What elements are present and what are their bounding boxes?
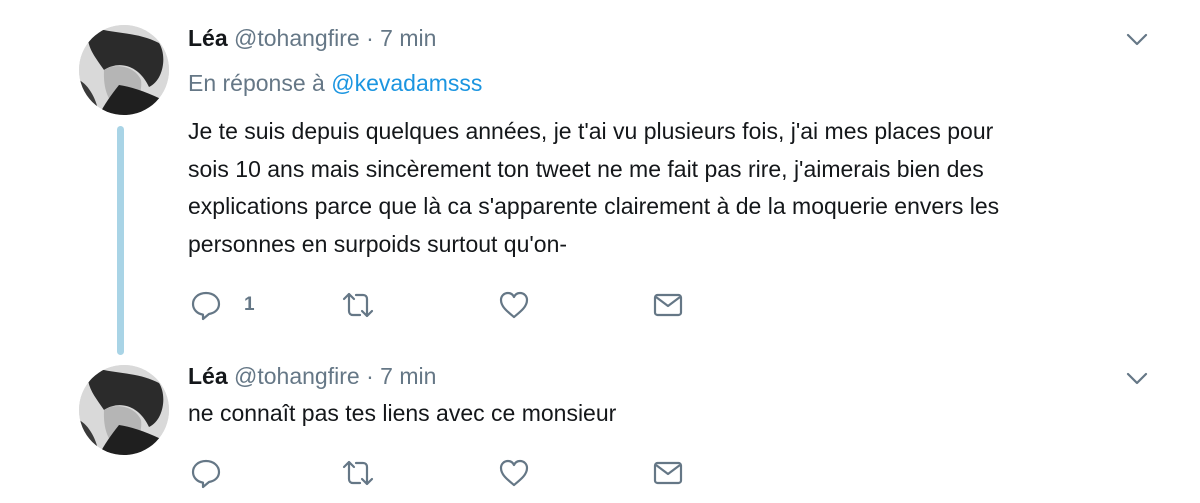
author-handle[interactable]: @tohangfire: [234, 363, 360, 389]
retweet-button[interactable]: [340, 455, 376, 491]
heart-icon: [499, 459, 529, 487]
tweet-text-line: Je te suis depuis quelques années, je t'…: [188, 118, 994, 144]
author-name[interactable]: Léa: [188, 363, 228, 389]
envelope-icon: [653, 461, 683, 485]
reply-count: 1: [244, 294, 255, 315]
separator-dot: ·: [366, 363, 374, 389]
reply-prefix: En réponse à: [188, 70, 325, 96]
retweet-icon: [342, 292, 374, 318]
like-button[interactable]: [498, 287, 530, 323]
tweet-thread: Léa @tohangfire · 7 min En réponse à @ke…: [0, 0, 1200, 503]
reply-icon: [191, 291, 221, 321]
timestamp[interactable]: 7 min: [380, 363, 436, 389]
avatar[interactable]: [79, 365, 169, 455]
retweet-icon: [342, 460, 374, 486]
avatar-image: [79, 25, 169, 115]
reply-icon: [191, 459, 221, 489]
tweet-text-line: personnes en surpoids surtout qu'on-: [188, 230, 568, 257]
chevron-down-icon[interactable]: [1126, 372, 1148, 386]
reply-context: En réponse à @kevadamsss: [188, 67, 482, 99]
avatar[interactable]: [79, 25, 169, 115]
envelope-icon: [653, 293, 683, 317]
like-button[interactable]: [498, 455, 530, 491]
tweet-text: Je te suis depuis quelques années, je t'…: [188, 113, 1168, 263]
tweet-text-line: sois 10 ans mais sincèrement ton tweet n…: [188, 155, 984, 182]
direct-message-button[interactable]: [652, 287, 684, 323]
thread-connector: [117, 126, 124, 355]
retweet-button[interactable]: [340, 287, 376, 323]
avatar-image: [79, 365, 169, 455]
author-name[interactable]: Léa: [188, 25, 228, 51]
reply-button[interactable]: [190, 455, 222, 491]
tweet[interactable]: Léa @tohangfire · 7 min En réponse à @ke…: [0, 0, 1200, 355]
heart-icon: [499, 291, 529, 319]
author-handle[interactable]: @tohangfire: [234, 25, 360, 51]
chevron-down-icon[interactable]: [1126, 33, 1148, 47]
tweet-text-line: explications parce que là ca s'apparente…: [188, 193, 1000, 219]
separator-dot: ·: [366, 25, 374, 51]
tweet-header: Léa @tohangfire · 7 min: [188, 22, 436, 54]
tweet-header: Léa @tohangfire · 7 min: [188, 360, 436, 392]
direct-message-button[interactable]: [652, 455, 684, 491]
tweet-text: ne connaît pas tes liens avec ce monsieu…: [188, 395, 1168, 433]
reply-button[interactable]: 1: [190, 287, 255, 323]
tweet[interactable]: Léa @tohangfire · 7 min ne connaît pas t…: [0, 355, 1200, 503]
tweet-text-line: ne connaît pas tes liens avec ce monsieu…: [188, 400, 617, 426]
reply-mention-link[interactable]: @kevadamsss: [331, 70, 482, 96]
timestamp[interactable]: 7 min: [380, 25, 436, 51]
